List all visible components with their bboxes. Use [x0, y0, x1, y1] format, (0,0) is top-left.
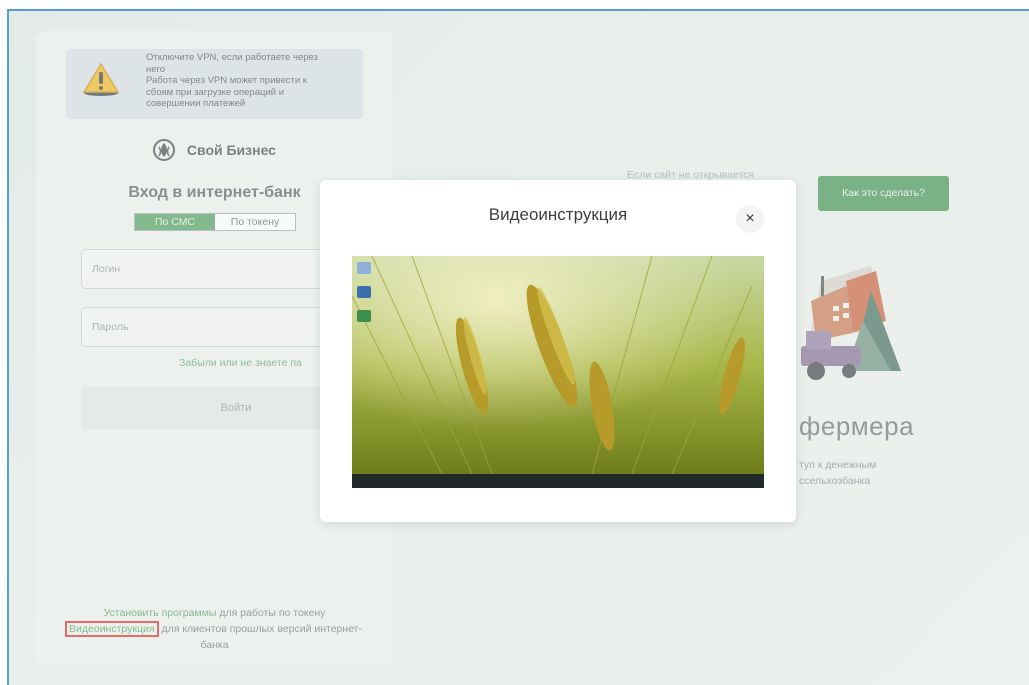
video-modal: Видеоинструкция × — [320, 180, 796, 522]
desktop-icon — [357, 286, 371, 298]
modal-title: Видеоинструкция — [488, 205, 628, 224]
close-icon[interactable]: × — [736, 205, 764, 233]
browser-viewport: Отключите VPN, если работаете через него… — [7, 9, 1029, 685]
video-frame-image — [352, 256, 764, 488]
video-player[interactable] — [352, 256, 764, 488]
desktop-icon — [357, 262, 371, 274]
desktop-icon — [357, 310, 371, 322]
